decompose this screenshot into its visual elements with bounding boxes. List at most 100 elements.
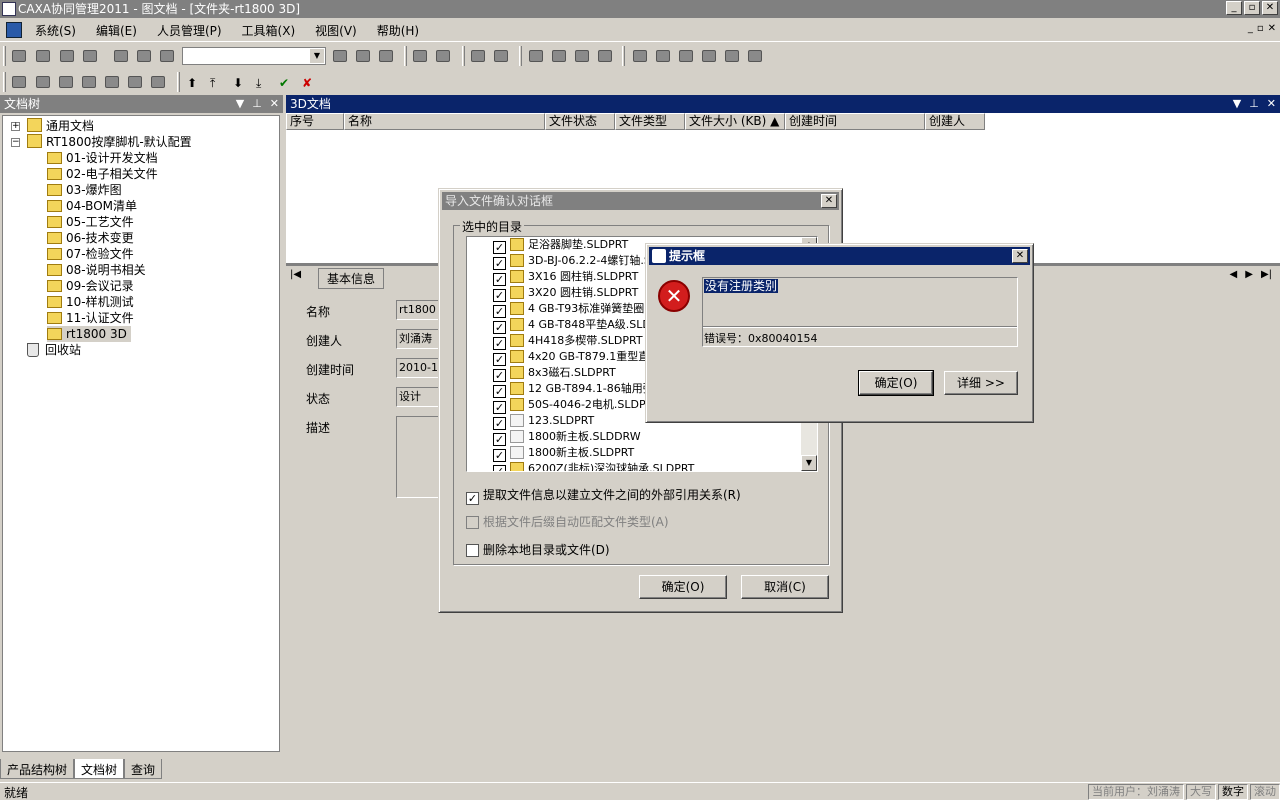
- list-view-icon[interactable]: [34, 73, 52, 91]
- copy-icon[interactable]: [135, 47, 153, 65]
- column-header[interactable]: 名称: [344, 113, 545, 130]
- chevron-down-icon[interactable]: ▼: [236, 95, 244, 113]
- tree-node-selected[interactable]: rt1800 3D: [47, 326, 131, 342]
- ok-button[interactable]: 确定(O): [639, 575, 727, 599]
- find-icon[interactable]: [354, 47, 372, 65]
- move-up-icon[interactable]: ⬆: [185, 73, 203, 91]
- toolbar-grip[interactable]: [3, 46, 6, 66]
- new-folder-icon[interactable]: [10, 73, 28, 91]
- upload-icon[interactable]: [81, 47, 99, 65]
- tab-basic-info[interactable]: 基本信息: [318, 268, 385, 289]
- tab-document-tree[interactable]: 文档树: [74, 759, 125, 779]
- gear-icon[interactable]: [723, 47, 741, 65]
- list-item[interactable]: ✓ 12 GB-T894.1-86轴用弹: [493, 381, 654, 398]
- clipboard-icon[interactable]: [331, 47, 349, 65]
- tree-node-common-docs[interactable]: 通用文档: [27, 118, 94, 134]
- list-item[interactable]: ✓ 4 GB-T848平垫A级.SLDP: [493, 317, 657, 334]
- list-item[interactable]: ✓ 3D-BJ-06.2.2-4螺钉轴.S: [493, 253, 651, 270]
- list-item[interactable]: ✓ 1800新主板.SLDDRW: [493, 429, 641, 446]
- flow-start-icon[interactable]: [631, 47, 649, 65]
- checkin-icon[interactable]: [10, 47, 28, 65]
- list-item[interactable]: ✓ 4 GB-T93标准弹簧垫圈.: [493, 301, 648, 318]
- list-item[interactable]: ✓ 足浴器脚垫.SLDPRT: [493, 237, 628, 254]
- toolbar-grip[interactable]: [3, 72, 6, 92]
- column-header[interactable]: 文件类型: [615, 113, 685, 130]
- tree-node-folder[interactable]: 10-样机测试: [47, 294, 134, 310]
- tree-node-folder[interactable]: 07-检验文件: [47, 246, 134, 262]
- flow-submit-icon[interactable]: [654, 47, 672, 65]
- tab-query[interactable]: 查询: [124, 759, 163, 779]
- close-icon[interactable]: ✕: [1012, 249, 1028, 263]
- settings-icon[interactable]: [746, 47, 764, 65]
- close-icon[interactable]: ✕: [1267, 95, 1276, 113]
- uncheck-all-icon[interactable]: ✘: [300, 73, 318, 91]
- column-header[interactable]: 创建人: [925, 113, 985, 130]
- tree-node-folder[interactable]: 04-BOM清单: [47, 198, 137, 214]
- user-icon[interactable]: [527, 47, 545, 65]
- list-item[interactable]: ✓ 50S-4046-2电机.SLDPRT: [493, 397, 659, 414]
- print-icon[interactable]: [469, 47, 487, 65]
- document-tree[interactable]: + 通用文档 − RT1800按摩脚机-默认配置 01-设计开发文档 02-电子…: [2, 115, 280, 752]
- last-page-icon[interactable]: ▶|: [1261, 269, 1272, 280]
- menu-edit[interactable]: 编辑(E): [96, 22, 137, 39]
- next-icon[interactable]: ▶: [1245, 269, 1253, 280]
- toolbar-grip[interactable]: [404, 46, 407, 66]
- tree-node-rt1800[interactable]: RT1800按摩脚机-默认配置: [27, 134, 192, 150]
- collapse-icon[interactable]: −: [11, 138, 20, 147]
- list-item[interactable]: ✓ 3X16 圆柱销.SLDPRT: [493, 269, 638, 286]
- checkbox[interactable]: ✓: [466, 492, 479, 505]
- prev-icon[interactable]: ◀: [1230, 269, 1238, 280]
- permission-icon[interactable]: [596, 47, 614, 65]
- column-header[interactable]: 文件状态: [545, 113, 615, 130]
- list-item[interactable]: ✓ 8x3磁石.SLDPRT: [493, 365, 616, 382]
- message-text-area[interactable]: 没有注册类别 错误号：0x80040154: [702, 277, 1018, 347]
- menu-system[interactable]: 系统(S): [35, 22, 76, 39]
- preview-icon[interactable]: [492, 47, 510, 65]
- move-top-icon[interactable]: ⤒: [208, 73, 226, 91]
- paste-icon[interactable]: [158, 47, 176, 65]
- list-item[interactable]: ✓ 4H418多楔带.SLDPRT: [493, 333, 643, 350]
- search-icon[interactable]: [377, 47, 395, 65]
- option-delete-local[interactable]: 删除本地目录或文件(D): [466, 541, 610, 558]
- column-header[interactable]: 创建时间: [785, 113, 925, 130]
- toolbar-grip[interactable]: [622, 46, 625, 66]
- pin-icon[interactable]: ⊥: [1249, 95, 1259, 113]
- close-icon[interactable]: ✕: [270, 95, 279, 113]
- menu-personnel[interactable]: 人员管理(P): [157, 22, 222, 39]
- tree-node-recycle-bin[interactable]: 回收站: [27, 342, 81, 358]
- close-button[interactable]: ✕: [1262, 1, 1278, 15]
- checkbox[interactable]: ✓: [493, 465, 506, 471]
- chevron-down-icon[interactable]: ▼: [1233, 95, 1241, 113]
- download-icon[interactable]: [58, 47, 76, 65]
- flow-return-icon[interactable]: [700, 47, 718, 65]
- mdi-restore-button[interactable]: ▫: [1257, 23, 1264, 34]
- cancel-button[interactable]: 取消(C): [741, 575, 829, 599]
- menu-help[interactable]: 帮助(H): [377, 22, 419, 39]
- detail-view-icon[interactable]: [57, 73, 75, 91]
- option-extract-refs[interactable]: ✓ 提取文件信息以建立文件之间的外部引用关系(R): [466, 486, 741, 505]
- cut-icon[interactable]: [112, 47, 130, 65]
- minimize-button[interactable]: _: [1226, 1, 1242, 15]
- checkbox[interactable]: [466, 544, 479, 557]
- import-icon[interactable]: [411, 47, 429, 65]
- toolbar-grip[interactable]: [519, 46, 522, 66]
- list-item[interactable]: ✓ 3X20 圆柱销.SLDPRT: [493, 285, 638, 302]
- check-all-icon[interactable]: ✔: [277, 73, 295, 91]
- chevron-down-icon[interactable]: ▼: [310, 49, 324, 63]
- scroll-down-icon[interactable]: ▼: [801, 455, 817, 471]
- list-item[interactable]: ✓ 6200Z(非标)深沟球轴承.SLDPRT: [493, 461, 694, 471]
- tree-node-folder[interactable]: 01-设计开发文档: [47, 150, 158, 166]
- mdi-close-button[interactable]: ✕: [1268, 23, 1276, 34]
- first-page-icon[interactable]: |◀: [290, 269, 301, 280]
- toolbar-combo[interactable]: ▼: [182, 47, 326, 65]
- list-item[interactable]: ✓ 4x20 GB-T879.1重型直销: [493, 349, 660, 366]
- close-icon[interactable]: ✕: [821, 194, 837, 208]
- add-user-icon[interactable]: [573, 47, 591, 65]
- mdi-minimize-button[interactable]: _: [1248, 23, 1253, 34]
- toolbar-grip[interactable]: [462, 46, 465, 66]
- expand-icon[interactable]: +: [11, 122, 20, 131]
- list-item[interactable]: ✓ 123.SLDPRT: [493, 413, 594, 430]
- move-down-icon[interactable]: ⬇: [231, 73, 249, 91]
- menu-toolbox[interactable]: 工具箱(X): [242, 22, 296, 39]
- refresh-icon[interactable]: [126, 73, 144, 91]
